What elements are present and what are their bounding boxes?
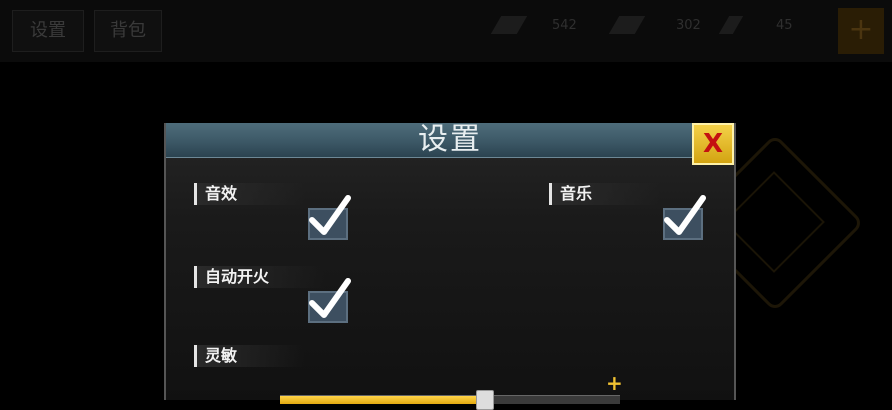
sensitivity-slider-fill [280, 396, 484, 404]
energy-count: 45 [776, 18, 793, 33]
settings-tab[interactable]: 设置 [12, 10, 84, 52]
add-resource-button[interactable]: + [838, 8, 884, 54]
top-bar: 设置 背包 542 302 45 + [0, 0, 892, 62]
increase-sensitivity-button[interactable]: + [606, 371, 623, 395]
checkmark-icon [664, 195, 706, 235]
diamond-icon [490, 16, 528, 34]
music-checkbox[interactable] [663, 195, 706, 240]
settings-dialog: 设置 X 音效 音乐 自动开火 灵敏 + [164, 123, 736, 410]
close-icon: X [702, 129, 724, 159]
music-label: 音乐 [549, 183, 660, 205]
coin-icon [608, 16, 646, 34]
sound-effects-label: 音效 [194, 183, 305, 205]
close-button[interactable]: X [692, 123, 734, 165]
diamond-count: 542 [552, 18, 577, 33]
bag-tab[interactable]: 背包 [94, 10, 162, 52]
energy-icon [718, 16, 744, 34]
auto-fire-checkbox[interactable] [308, 278, 351, 323]
dialog-title: 设置 [418, 122, 482, 157]
checkmark-icon [309, 195, 351, 235]
sensitivity-slider-thumb[interactable] [476, 390, 494, 410]
sound-effects-checkbox[interactable] [308, 195, 351, 240]
dialog-header: 设置 [166, 123, 734, 158]
checkmark-icon [309, 278, 351, 318]
sensitivity-label: 灵敏 [194, 345, 305, 367]
coin-count: 302 [676, 18, 701, 33]
